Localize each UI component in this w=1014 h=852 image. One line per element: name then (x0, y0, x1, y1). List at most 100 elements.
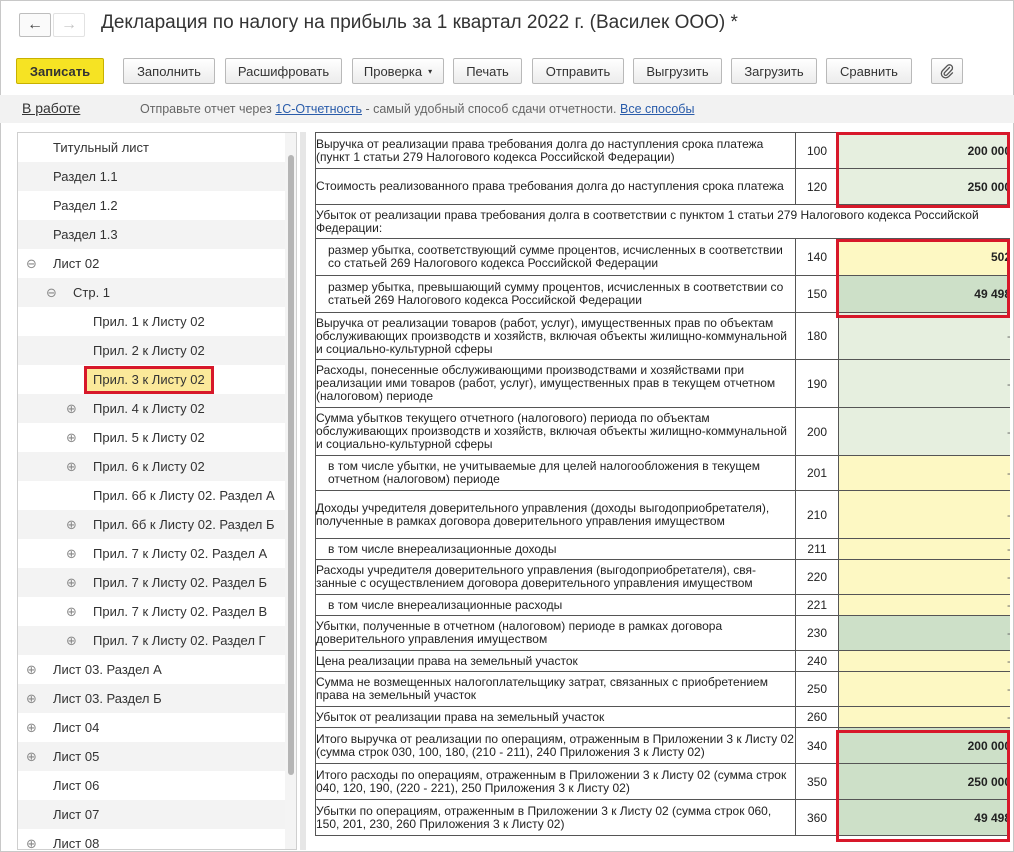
tree-item[interactable]: ⊖ Лист 02 (18, 249, 286, 278)
row-code: 200 (795, 407, 839, 456)
service-link[interactable]: 1С-Отчетность (275, 102, 362, 116)
row-description: Цена реализации права на земельный участ… (315, 650, 796, 672)
tree-item[interactable]: ⊕ Прил. 7 к Листу 02. Раздел В (18, 597, 286, 626)
save-button[interactable]: Записать (16, 58, 104, 84)
expand-icon[interactable]: ⊕ (66, 575, 77, 591)
row-value-cell[interactable]: - (838, 650, 1010, 672)
row-value-cell[interactable]: 502 (838, 238, 1010, 276)
tree-scrollbar-thumb[interactable] (288, 155, 294, 775)
row-value-cell[interactable]: - (838, 615, 1010, 651)
row-code: 180 (795, 312, 839, 360)
forward-button[interactable]: → (53, 13, 85, 37)
tree-item[interactable]: Прил. 1 к Листу 02 (18, 307, 286, 336)
row-value-cell[interactable]: - (838, 559, 1010, 595)
status-link[interactable]: В работе (22, 100, 80, 116)
tree-item[interactable]: ⊕ Лист 03. Раздел А (18, 655, 286, 684)
tree-item[interactable]: Прил. 6б к Листу 02. Раздел А (18, 481, 286, 510)
tree-item[interactable]: Раздел 1.1 (18, 162, 286, 191)
import-button[interactable]: Загрузить (731, 58, 817, 84)
row-value-cell[interactable]: - (838, 671, 1010, 707)
tree-item[interactable]: Титульный лист (18, 133, 286, 162)
tree-item[interactable]: Лист 07 (18, 800, 286, 829)
expand-icon[interactable]: ⊕ (66, 633, 77, 649)
row-value-cell[interactable]: - (838, 407, 1010, 456)
row-code: 240 (795, 650, 839, 672)
tree-item[interactable]: ⊕ Лист 03. Раздел Б (18, 684, 286, 713)
back-button[interactable]: ← (19, 13, 51, 37)
tree-item-label: Раздел 1.1 (53, 169, 118, 184)
check-button[interactable]: Проверка ▾ (352, 58, 444, 84)
expand-icon[interactable]: ⊕ (26, 720, 37, 736)
row-value-cell[interactable]: 250 000 (838, 763, 1010, 800)
table-row: в том числе внереализационные расходы 221… (315, 594, 1010, 616)
tree-item[interactable]: ⊖ Стр. 1 (18, 278, 286, 307)
row-value-cell[interactable]: - (838, 455, 1010, 491)
table-row: Убыток от реализации права требования до… (315, 204, 1010, 239)
row-value-cell[interactable]: - (838, 706, 1010, 728)
tree-item-label: Прил. 6 к Листу 02 (93, 459, 205, 474)
row-value-cell[interactable]: - (838, 359, 1010, 408)
tree-item[interactable]: Раздел 1.3 (18, 220, 286, 249)
compare-button[interactable]: Сравнить (826, 58, 912, 84)
tree-item[interactable]: Прил. 3 к Листу 02 (18, 365, 286, 394)
row-value-cell[interactable]: - (838, 538, 1010, 560)
expand-icon[interactable]: ⊕ (26, 836, 37, 849)
print-button[interactable]: Печать (453, 58, 522, 84)
table-row: Стоимость реализованного права требовани… (315, 168, 1010, 205)
collapse-icon[interactable]: ⊖ (46, 285, 57, 301)
expand-icon[interactable]: ⊕ (66, 459, 77, 475)
tree-item-label: Прил. 2 к Листу 02 (93, 343, 205, 358)
tree-item-label: Раздел 1.3 (53, 227, 118, 242)
tree-item[interactable]: ⊕ Лист 04 (18, 713, 286, 742)
tree-item[interactable]: ⊕ Прил. 6 к Листу 02 (18, 452, 286, 481)
expand-icon[interactable]: ⊕ (66, 546, 77, 562)
row-description: в том числе внереализационные расходы (315, 594, 796, 616)
tree-item-label: Стр. 1 (73, 285, 111, 300)
tree-item[interactable]: ⊕ Прил. 4 к Листу 02 (18, 394, 286, 423)
expand-icon[interactable]: ⊕ (66, 604, 77, 620)
fill-button[interactable]: Заполнить (123, 58, 215, 84)
row-code: 100 (795, 132, 839, 169)
attach-button[interactable] (931, 58, 963, 84)
table-row: Убытки, полученные в отчетном (налоговом… (315, 615, 1010, 651)
row-value-cell[interactable]: - (838, 490, 1010, 539)
tree-item[interactable]: ⊕ Лист 08 (18, 829, 286, 849)
decode-button[interactable]: Расшифровать (225, 58, 342, 84)
table-row: Выручка от реализации права требования д… (315, 132, 1010, 169)
collapse-icon[interactable]: ⊖ (26, 256, 37, 272)
panel-splitter[interactable] (300, 132, 306, 850)
tree-item[interactable]: Лист 06 (18, 771, 286, 800)
row-description: Доходы учредителя доверительного управле… (315, 490, 796, 539)
tree-item[interactable]: ⊕ Прил. 7 к Листу 02. Раздел А (18, 539, 286, 568)
all-methods-link[interactable]: Все способы (620, 102, 694, 116)
row-value-cell[interactable]: - (838, 594, 1010, 616)
tree-item-label: Лист 03. Раздел А (53, 662, 162, 677)
row-value-cell[interactable]: 200 000 (838, 132, 1010, 169)
expand-icon[interactable]: ⊕ (26, 749, 37, 765)
tree-item[interactable]: ⊕ Прил. 5 к Листу 02 (18, 423, 286, 452)
tree-item-label: Раздел 1.2 (53, 198, 118, 213)
arrow-right-icon: → (61, 16, 77, 33)
expand-icon[interactable]: ⊕ (66, 401, 77, 417)
expand-icon[interactable]: ⊕ (26, 662, 37, 678)
send-button[interactable]: Отправить (532, 58, 624, 84)
expand-icon[interactable]: ⊕ (66, 517, 77, 533)
expand-icon[interactable]: ⊕ (26, 691, 37, 707)
row-description: Сумма убытков текущего отчетного (налого… (315, 407, 796, 456)
tree-item[interactable]: ⊕ Лист 05 (18, 742, 286, 771)
tree-item[interactable]: ⊕ Прил. 7 к Листу 02. Раздел Б (18, 568, 286, 597)
row-value-cell[interactable]: 250 000 (838, 168, 1010, 205)
row-description: размер убытка, соответствующий сумме про… (315, 238, 796, 276)
tree-item[interactable]: ⊕ Прил. 7 к Листу 02. Раздел Г (18, 626, 286, 655)
export-button[interactable]: Выгрузить (633, 58, 722, 84)
row-value-cell[interactable]: - (838, 312, 1010, 360)
expand-icon[interactable]: ⊕ (66, 430, 77, 446)
table-row: Расходы учредителя доверительного управл… (315, 559, 1010, 595)
row-value-cell[interactable]: 49 498 (838, 275, 1010, 313)
row-value-cell[interactable]: 200 000 (838, 727, 1010, 764)
tree-item-label: Прил. 7 к Листу 02. Раздел В (93, 604, 268, 619)
tree-item[interactable]: Раздел 1.2 (18, 191, 286, 220)
tree-item[interactable]: ⊕ Прил. 6б к Листу 02. Раздел Б (18, 510, 286, 539)
row-value-cell[interactable]: 49 498 (838, 799, 1010, 836)
tree-item[interactable]: Прил. 2 к Листу 02 (18, 336, 286, 365)
